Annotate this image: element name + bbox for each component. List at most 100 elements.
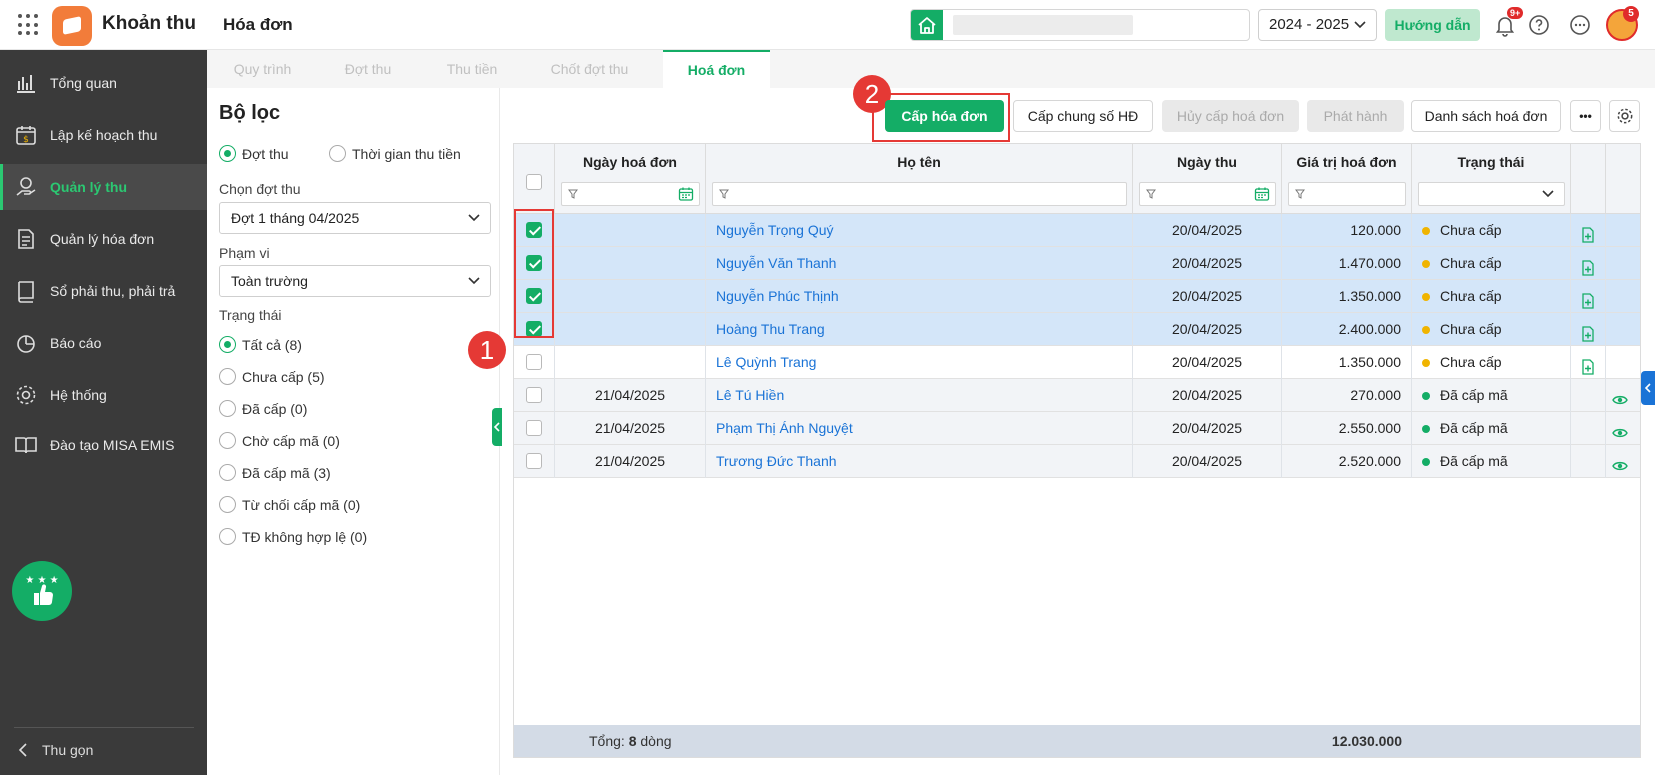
table-row[interactable]: 21/04/2025 Lê Tú Hiền 20/04/2025 270.000 Đã … (514, 379, 1640, 412)
help-icon[interactable] (1527, 13, 1551, 37)
row-checkbox[interactable] (526, 387, 542, 403)
bell-icon[interactable]: 9+ (1493, 7, 1524, 37)
sidebar-item-reports[interactable]: Báo cáo (0, 320, 207, 366)
radio-label: Đã cấp mã (3) (242, 464, 331, 481)
chevron-left-icon (1644, 383, 1651, 393)
student-name-link[interactable]: Lê Tú Hiền (706, 379, 1133, 412)
radio-label: Chưa cấp (5) (242, 368, 325, 385)
status-radio-invalid[interactable]: TĐ không hợp lệ (0) (219, 528, 367, 545)
table-row[interactable]: Nguyễn Văn Thanh 20/04/2025 1.470.000 Chưa … (514, 247, 1640, 280)
student-name-link[interactable]: Nguyễn Văn Thanh (706, 247, 1133, 280)
mode-radio-time[interactable]: Thời gian thu tiền (329, 145, 461, 162)
radio-label: Tất cả (8) (242, 336, 302, 353)
student-name-link[interactable]: Trương Đức Thanh (706, 445, 1133, 478)
invoice-date-cell: 21/04/2025 (555, 379, 706, 412)
chevron-down-icon (1354, 21, 1366, 29)
tab-collection-period[interactable]: Đợt thu (318, 50, 418, 88)
status-radio-not-issued[interactable]: Chưa cấp (5) (219, 368, 325, 385)
status-dot (1422, 425, 1430, 434)
status-filter[interactable] (1418, 182, 1565, 206)
publish-button[interactable]: Phát hành (1307, 100, 1404, 132)
tab-process[interactable]: Quy trình (207, 50, 318, 88)
period-label: Chọn đợt thu (219, 181, 301, 197)
guide-button[interactable]: Hướng dẫn (1385, 9, 1480, 41)
student-name-link[interactable]: Nguyễn Phúc Thịnh (706, 280, 1133, 313)
paid-date-cell: 20/04/2025 (1133, 280, 1282, 313)
status-radio-rejected[interactable]: Từ chối cấp mã (0) (219, 496, 360, 513)
eye-icon[interactable] (1612, 453, 1628, 486)
status-radio-all[interactable]: Tất cả (8) (219, 336, 302, 353)
status-radio-pending-code[interactable]: Chờ cấp mã (0) (219, 432, 340, 449)
sidebar-item-invoices[interactable]: Quản lý hóa đơn (0, 216, 207, 262)
school-year-value: 2024 - 2025 (1269, 16, 1350, 33)
calendar-icon[interactable] (678, 186, 694, 202)
status-cell: Chưa cấp (1412, 280, 1571, 313)
select-all-checkbox[interactable] (526, 174, 542, 190)
student-name-link[interactable]: Phạm Thị Ánh Nguyệt (706, 412, 1133, 445)
table-row[interactable]: Nguyễn Phúc Thịnh 20/04/2025 1.350.000 Chưa… (514, 280, 1640, 313)
status-dot (1422, 458, 1430, 467)
table-row[interactable]: 21/04/2025 Trương Đức Thanh 20/04/2025 2.52… (514, 445, 1640, 478)
status-radio-issued[interactable]: Đã cấp (0) (219, 400, 307, 417)
school-year-select[interactable]: 2024 - 2025 (1258, 9, 1377, 41)
full-name-filter[interactable] (712, 182, 1127, 206)
sidebar-item-plan[interactable]: $ Lập kế hoạch thu (0, 112, 207, 158)
cancel-issue-button[interactable]: Hủy cấp hoá đơn (1162, 100, 1299, 132)
filter-toggle-handle[interactable] (492, 408, 502, 446)
status-cell: Đã cấp mã (1412, 379, 1571, 412)
invoice-date-cell (555, 214, 706, 247)
period-select[interactable]: Đợt 1 tháng 04/2025 (219, 202, 491, 234)
sidebar-item-system[interactable]: Hệ thống (0, 372, 207, 418)
app-grid-icon[interactable] (18, 14, 40, 36)
feedback-button[interactable]: ★ ★ ★ (12, 561, 72, 621)
home-icon[interactable] (911, 10, 943, 40)
sidebar-item-overview[interactable]: Tổng quan (0, 60, 207, 106)
table-row[interactable]: Nguyễn Trọng Quý 20/04/2025 120.000 Chưa cấ… (514, 214, 1640, 247)
scope-select[interactable]: Toàn trường (219, 265, 491, 297)
status-text: Chưa cấp (1440, 288, 1502, 304)
table-row[interactable]: 21/04/2025 Phạm Thị Ánh Nguyệt 20/04/2025 2… (514, 412, 1640, 445)
student-name-link[interactable]: Lê Quỳnh Trang (706, 346, 1133, 379)
status-cell: Đã cấp mã (1412, 445, 1571, 478)
invoice-list-button[interactable]: Danh sách hoá đơn (1411, 100, 1561, 132)
radio-dot (219, 528, 236, 545)
scope-label: Phạm vi (219, 245, 270, 261)
settings-button[interactable] (1609, 100, 1640, 132)
calendar-icon[interactable] (1254, 186, 1270, 202)
more-actions-button[interactable]: ••• (1570, 100, 1601, 132)
sidebar-item-manage-collection[interactable]: Quản lý thu (0, 164, 207, 210)
radio-label: Từ chối cấp mã (0) (242, 496, 361, 513)
paid-date-filter[interactable] (1139, 182, 1276, 206)
tab-invoices[interactable]: Hoá đơn (663, 50, 770, 88)
sidebar-item-training[interactable]: Đào tạo MISA EMIS (0, 422, 207, 468)
mode-radio-period[interactable]: Đợt thu (219, 145, 289, 162)
chart-bars-icon (17, 75, 35, 93)
status-radio-code-issued[interactable]: Đã cấp mã (3) (219, 464, 331, 481)
tab-collect-money[interactable]: Thu tiền (418, 50, 526, 88)
student-name-link[interactable]: Nguyễn Trọng Quý (706, 214, 1133, 247)
radio-dot (329, 145, 346, 162)
row-checkbox[interactable] (526, 420, 542, 436)
chevron-down-icon (468, 214, 480, 222)
sidebar-item-ledger[interactable]: Sổ phải thu, phải trả (0, 268, 207, 314)
table-row[interactable]: Lê Quỳnh Trang 20/04/2025 1.350.000 Chưa cấ… (514, 346, 1640, 379)
issue-common-number-button[interactable]: Cấp chung số HĐ (1013, 100, 1153, 132)
scope-value: Toàn trường (231, 273, 308, 289)
paid-date-cell: 20/04/2025 (1133, 247, 1282, 280)
collapse-sidebar-button[interactable]: Thu gọn (18, 742, 93, 758)
row-checkbox[interactable] (526, 354, 542, 370)
invoice-date-filter[interactable] (561, 182, 700, 206)
issue-invoice-button[interactable]: Cấp hóa đơn (885, 100, 1004, 132)
more-options-icon[interactable] (1568, 13, 1592, 37)
table-row[interactable]: Hoàng Thu Trang 20/04/2025 2.400.000 Chưa c… (514, 313, 1640, 346)
row-checkbox[interactable] (526, 453, 542, 469)
col-status: Trạng thái (1412, 144, 1571, 214)
tab-close-period[interactable]: Chốt đợt thu (526, 50, 653, 88)
student-name-link[interactable]: Hoàng Thu Trang (706, 313, 1133, 346)
invoice-value-filter[interactable] (1288, 182, 1406, 206)
school-selector[interactable] (910, 9, 1250, 41)
status-dot (1422, 392, 1430, 401)
status-cell: Đã cấp mã (1412, 412, 1571, 445)
radio-dot (219, 432, 236, 449)
right-panel-toggle[interactable] (1641, 371, 1655, 405)
